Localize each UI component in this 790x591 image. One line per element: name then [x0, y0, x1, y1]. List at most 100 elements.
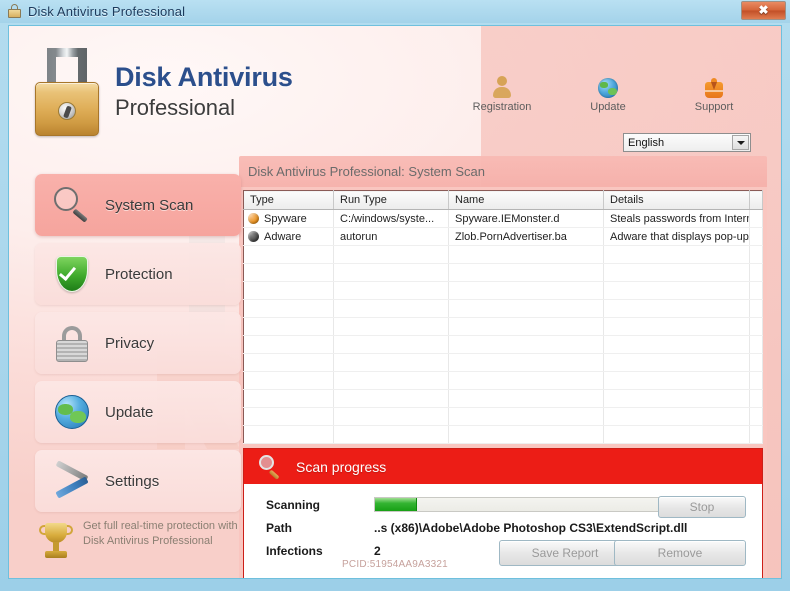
cell-extra — [749, 227, 763, 246]
brand: Disk Antivirus Professional — [31, 46, 293, 138]
cell-empty — [603, 281, 750, 300]
column-header-run-type[interactable]: Run Type — [333, 190, 449, 210]
cell-empty — [333, 335, 449, 354]
page-title: Disk Antivirus Professional: System Scan — [239, 156, 767, 187]
content-panel: Disk Antivirus Professional: System Scan… — [239, 156, 767, 578]
brand-name-line1: Disk Antivirus — [115, 62, 293, 93]
cell-type: Adware — [243, 227, 334, 246]
table-row-empty[interactable] — [243, 353, 763, 372]
cell-run-type: C:/windows/syste... — [333, 209, 449, 228]
update-label: Update — [590, 101, 626, 113]
sidebar-item-system-scan[interactable]: System Scan — [35, 174, 241, 236]
table-row-empty[interactable] — [243, 281, 763, 300]
globe-icon — [51, 391, 93, 433]
table-row-empty[interactable] — [243, 407, 763, 426]
adware-dot-icon — [248, 231, 259, 242]
table-header-row: Type Run Type Name Details — [243, 190, 763, 210]
cell-empty — [333, 425, 449, 444]
path-row: Path ..s (x86)\Adobe\Adobe Photoshop CS3… — [266, 521, 746, 535]
support-vest-icon — [705, 78, 723, 98]
cell-empty — [448, 299, 604, 318]
update-button[interactable]: Update — [575, 74, 641, 113]
table-row-empty[interactable] — [243, 425, 763, 444]
cell-empty — [749, 317, 763, 336]
cell-empty — [448, 371, 604, 390]
table-row-empty[interactable] — [243, 245, 763, 264]
table-row-empty[interactable] — [243, 263, 763, 282]
cell-empty — [333, 317, 449, 336]
table-body: Spyware C:/windows/syste... Spyware.IEMons… — [243, 209, 763, 444]
cell-empty — [749, 389, 763, 408]
sidebar-item-update[interactable]: Update — [35, 381, 241, 443]
scan-results-table-wrapper: Type Run Type Name Details Spyware C:/win… — [239, 187, 767, 448]
lock-icon — [7, 4, 22, 19]
cell-type-label: Spyware — [264, 212, 307, 225]
scanning-label: Scanning — [266, 497, 321, 512]
pcid-label: PCID:51954AA9A3321 — [342, 559, 448, 570]
cell-details: Adware that displays pop-up/p... — [603, 227, 750, 246]
column-header-extra[interactable] — [749, 190, 763, 210]
close-button[interactable]: ✖ — [741, 1, 786, 20]
cell-empty — [603, 371, 750, 390]
cell-empty — [749, 299, 763, 318]
cell-run-type: autorun — [333, 227, 449, 246]
cell-empty — [749, 335, 763, 354]
cell-type-label: Adware — [264, 230, 302, 243]
support-button[interactable]: Support — [681, 74, 747, 113]
column-header-type[interactable]: Type — [243, 190, 334, 210]
cell-empty — [333, 353, 449, 372]
table-row-empty[interactable] — [243, 389, 763, 408]
table-row[interactable]: Adware autorun Zlob.PornAdvertiser.ba Adwar… — [243, 227, 763, 246]
sidebar: System Scan Protection Privacy Update Se… — [35, 174, 241, 565]
cell-empty — [448, 425, 604, 444]
sidebar-item-privacy[interactable]: Privacy — [35, 312, 241, 374]
chevron-down-icon[interactable] — [732, 135, 749, 150]
cell-empty — [448, 335, 604, 354]
padlock-logo-icon — [31, 46, 103, 138]
cell-empty — [603, 299, 750, 318]
cell-empty — [749, 281, 763, 300]
app-frame: Disk Antivirus Professional Registration… — [8, 25, 782, 579]
cell-empty — [333, 245, 449, 264]
cell-empty — [603, 353, 750, 372]
cell-empty — [749, 407, 763, 426]
table-row-empty[interactable] — [243, 335, 763, 354]
os-window: Disk Antivirus Professional ✖ Disk Antiv… — [0, 0, 790, 591]
sidebar-item-label: System Scan — [105, 196, 194, 214]
sidebar-item-settings[interactable]: Settings — [35, 450, 241, 512]
header-actions: Registration Update Support — [469, 74, 747, 113]
cell-details: Steals passwords from Interne... — [603, 209, 750, 228]
cell-empty — [243, 245, 334, 264]
cell-empty — [448, 245, 604, 264]
column-header-details[interactable]: Details — [603, 190, 750, 210]
sidebar-item-label: Protection — [105, 265, 173, 283]
cell-empty — [243, 425, 334, 444]
cell-empty — [333, 389, 449, 408]
cell-empty — [749, 353, 763, 372]
table-row-empty[interactable] — [243, 299, 763, 318]
cell-empty — [603, 245, 750, 264]
cell-empty — [448, 263, 604, 282]
cell-empty — [333, 299, 449, 318]
language-select[interactable]: English — [623, 133, 751, 152]
table-row-empty[interactable] — [243, 317, 763, 336]
cell-empty — [448, 353, 604, 372]
column-header-name[interactable]: Name — [448, 190, 604, 210]
sidebar-item-label: Update — [105, 403, 154, 421]
shield-check-icon — [51, 253, 93, 295]
sidebar-item-protection[interactable]: Protection — [35, 243, 241, 305]
globe-icon — [598, 78, 618, 98]
stop-button[interactable]: Stop — [658, 496, 746, 518]
cell-empty — [448, 407, 604, 426]
cell-empty — [448, 389, 604, 408]
cell-empty — [603, 425, 750, 444]
table-row[interactable]: Spyware C:/windows/syste... Spyware.IEMons… — [243, 209, 763, 228]
cell-empty — [333, 263, 449, 282]
sidebar-item-label: Privacy — [105, 334, 155, 352]
cell-empty — [243, 407, 334, 426]
registration-button[interactable]: Registration — [469, 74, 535, 113]
table-row-empty[interactable] — [243, 371, 763, 390]
path-value: ..s (x86)\Adobe\Adobe Photoshop CS3\Exte… — [374, 521, 688, 535]
support-icon-wrap — [705, 74, 723, 98]
cell-empty — [243, 317, 334, 336]
